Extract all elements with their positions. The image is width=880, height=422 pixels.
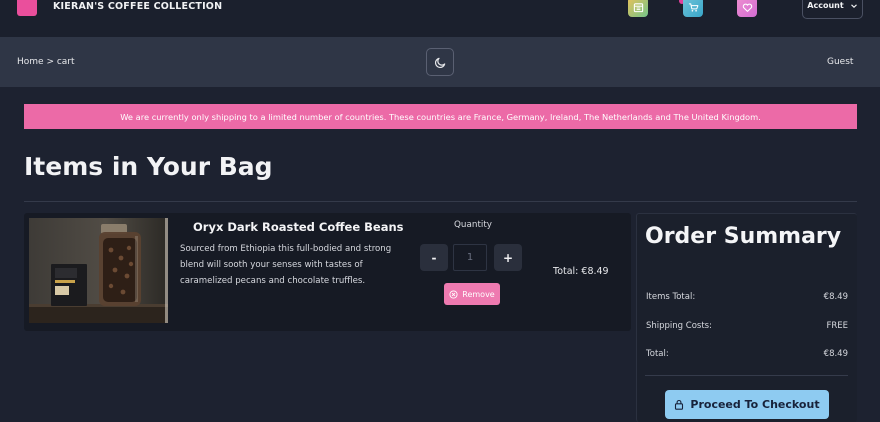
line-item-total: Total: €8.49 — [553, 266, 609, 277]
breadcrumb[interactable]: Home > cart — [17, 57, 75, 67]
shipping-banner-text: We are currently only shipping to a limi… — [120, 111, 761, 122]
theme-toggle-button[interactable] — [426, 48, 454, 76]
remove-item-button[interactable]: Remove — [444, 283, 500, 305]
account-menu-button[interactable]: Account — [802, 0, 863, 19]
heart-icon[interactable] — [737, 0, 757, 17]
checkout-label: Proceed To Checkout — [690, 398, 820, 411]
remove-label: Remove — [462, 289, 495, 299]
proceed-to-checkout-button[interactable]: Proceed To Checkout — [665, 390, 829, 419]
product-description: Sourced from Ethiopia this full-bodied a… — [180, 244, 392, 286]
order-total-label: Total: — [646, 349, 669, 359]
account-label: Account — [807, 1, 844, 10]
shipping-costs-value: FREE — [826, 321, 848, 331]
shipping-costs-label: Shipping Costs: — [646, 321, 712, 331]
product-image — [29, 218, 168, 323]
moon-icon — [434, 57, 445, 68]
brand-name[interactable]: KIERAN'S COFFEE COLLECTION — [53, 1, 222, 12]
calendar-icon[interactable] — [628, 0, 648, 17]
quantity-label: Quantity — [454, 220, 493, 230]
title-divider — [24, 201, 857, 202]
order-summary-title: Order Summary — [645, 224, 842, 249]
shipping-banner: We are currently only shipping to a limi… — [24, 104, 857, 129]
increase-quantity-button[interactable]: + — [494, 244, 522, 271]
page-title: Items in Your Bag — [24, 152, 273, 181]
remove-circle-icon — [449, 289, 458, 299]
brand-logo[interactable] — [17, 0, 37, 16]
lock-icon — [675, 399, 684, 410]
summary-divider — [645, 375, 848, 376]
cart-icon[interactable] — [683, 0, 703, 17]
product-name[interactable]: Oryx Dark Roasted Coffee Beans — [193, 220, 404, 234]
decrease-quantity-button[interactable]: - — [420, 244, 448, 271]
chevron-down-icon — [850, 3, 857, 8]
order-total-value: €8.49 — [823, 349, 848, 359]
items-total-label: Items Total: — [646, 292, 696, 302]
quantity-input[interactable] — [453, 244, 487, 271]
items-total-value: €8.49 — [823, 292, 848, 302]
user-status: Guest — [827, 57, 854, 67]
